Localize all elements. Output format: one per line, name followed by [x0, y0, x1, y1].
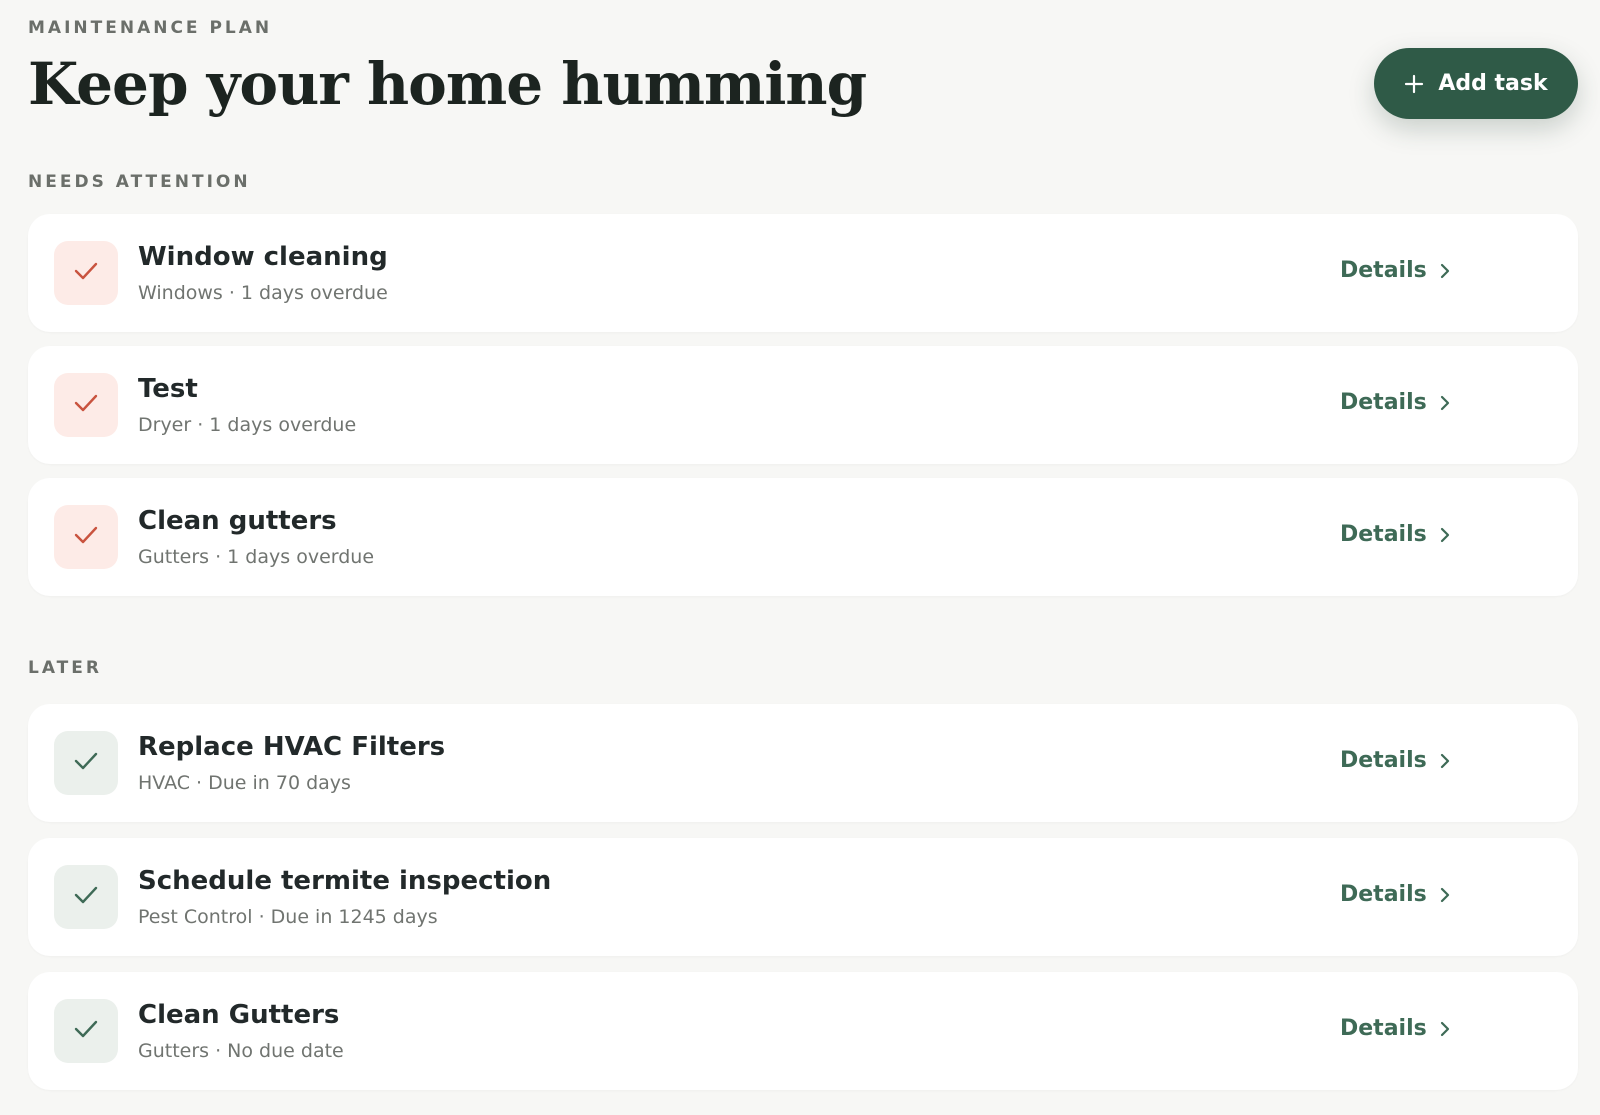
task-title: Test: [138, 374, 198, 404]
task-meta: Gutters · 1 days overdue: [138, 546, 375, 568]
page-eyebrow: MAINTENANCE PLAN: [28, 18, 273, 38]
task-meta: Pest Control · Due in 1245 days: [138, 906, 438, 928]
details-label: Details: [1340, 882, 1427, 907]
task-title: Clean Gutters: [138, 1000, 340, 1030]
task-meta: Gutters · No due date: [138, 1040, 344, 1062]
check-icon: [73, 750, 99, 776]
task-title: Replace HVAC Filters: [138, 732, 446, 762]
chevron-right-icon: [1439, 526, 1451, 544]
details-link[interactable]: Details: [1340, 258, 1451, 283]
check-icon: [73, 524, 99, 550]
task-card: Test Dryer · 1 days overdue Details: [28, 346, 1578, 464]
details-label: Details: [1340, 258, 1427, 283]
complete-task-checkbox[interactable]: [54, 865, 118, 929]
details-link[interactable]: Details: [1340, 882, 1451, 907]
add-task-button[interactable]: Add task: [1374, 48, 1578, 119]
details-link[interactable]: Details: [1340, 1016, 1451, 1041]
check-icon: [73, 392, 99, 418]
task-card: Clean Gutters Gutters · No due date Deta…: [28, 972, 1578, 1090]
details-link[interactable]: Details: [1340, 522, 1451, 547]
details-label: Details: [1340, 748, 1427, 773]
chevron-right-icon: [1439, 1020, 1451, 1038]
chevron-right-icon: [1439, 752, 1451, 770]
complete-task-checkbox[interactable]: [54, 241, 118, 305]
check-icon: [73, 884, 99, 910]
details-label: Details: [1340, 1016, 1427, 1041]
details-link[interactable]: Details: [1340, 390, 1451, 415]
maintenance-plan-page: MAINTENANCE PLAN Keep your home humming …: [0, 0, 1600, 1115]
plus-icon: [1404, 74, 1424, 94]
task-title: Schedule termite inspection: [138, 866, 552, 896]
section-label-needs-attention: NEEDS ATTENTION: [28, 172, 251, 192]
task-card: Clean gutters Gutters · 1 days overdue D…: [28, 478, 1578, 596]
chevron-right-icon: [1439, 394, 1451, 412]
details-link[interactable]: Details: [1340, 748, 1451, 773]
task-card: Schedule termite inspection Pest Control…: [28, 838, 1578, 956]
complete-task-checkbox[interactable]: [54, 373, 118, 437]
task-meta: Dryer · 1 days overdue: [138, 414, 357, 436]
page-title: Keep your home humming: [28, 50, 867, 118]
complete-task-checkbox[interactable]: [54, 999, 118, 1063]
check-icon: [73, 1018, 99, 1044]
task-meta: HVAC · Due in 70 days: [138, 772, 351, 794]
task-card: Replace HVAC Filters HVAC · Due in 70 da…: [28, 704, 1578, 822]
check-icon: [73, 260, 99, 286]
task-card: Window cleaning Windows · 1 days overdue…: [28, 214, 1578, 332]
section-label-later: LATER: [28, 658, 102, 678]
task-title: Window cleaning: [138, 242, 388, 272]
details-label: Details: [1340, 390, 1427, 415]
chevron-right-icon: [1439, 886, 1451, 904]
complete-task-checkbox[interactable]: [54, 731, 118, 795]
complete-task-checkbox[interactable]: [54, 505, 118, 569]
chevron-right-icon: [1439, 262, 1451, 280]
details-label: Details: [1340, 522, 1427, 547]
task-title: Clean gutters: [138, 506, 337, 536]
add-task-label: Add task: [1438, 71, 1548, 96]
task-meta: Windows · 1 days overdue: [138, 282, 388, 304]
